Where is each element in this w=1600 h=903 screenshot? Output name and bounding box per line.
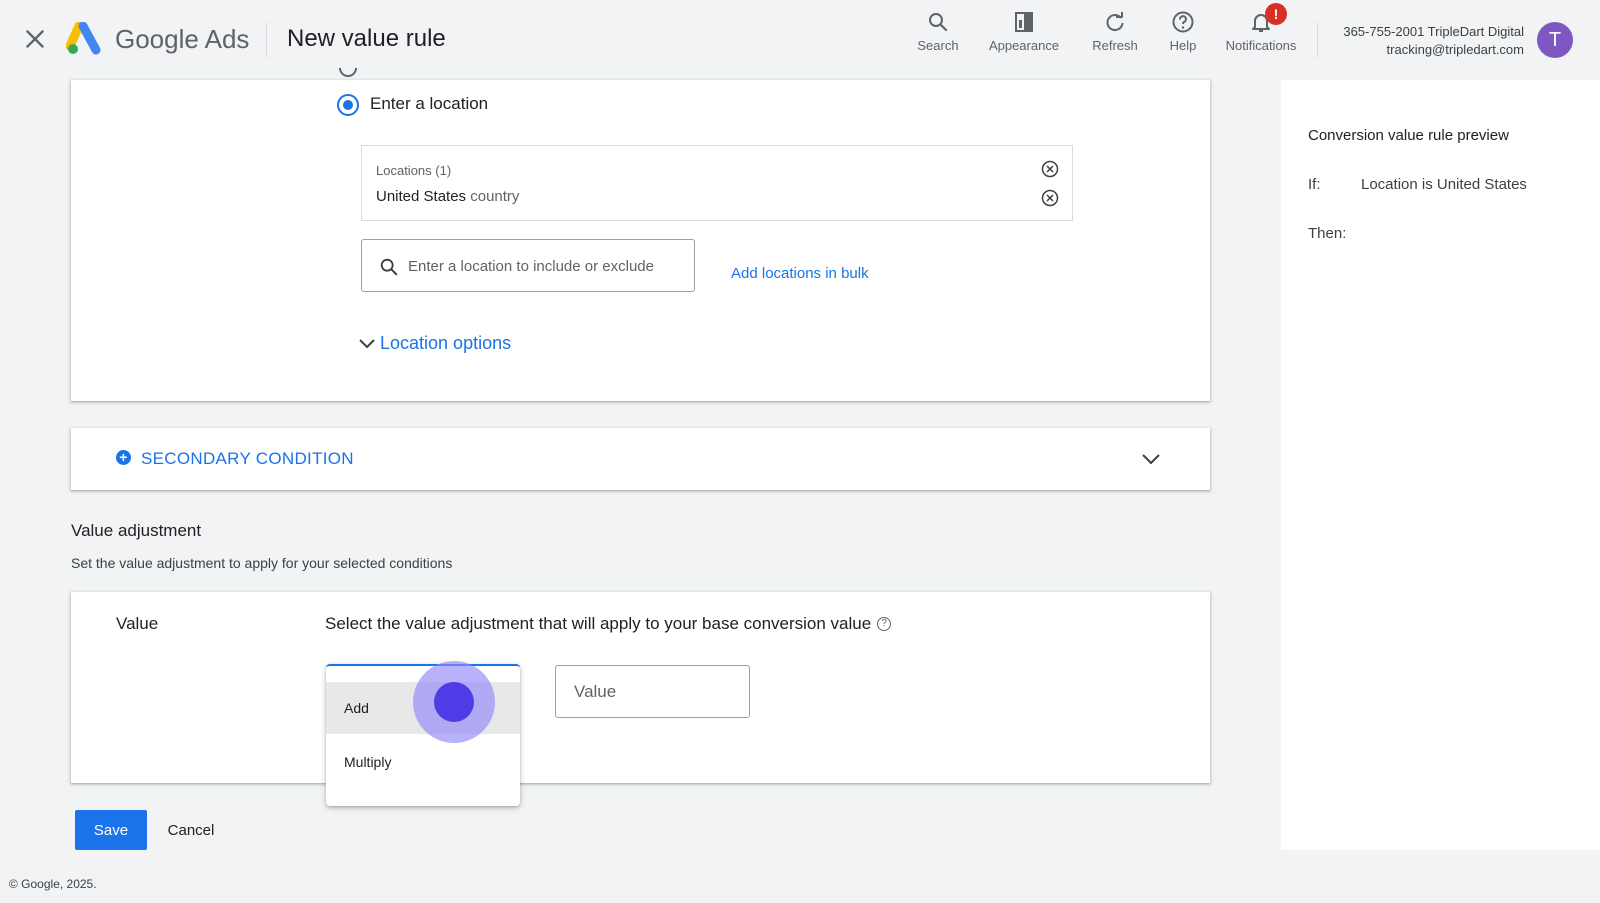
value-input[interactable] [574,680,734,704]
location-options-label: Location options [380,333,512,353]
chevron-down-icon [359,339,375,349]
refresh-label: Refresh [1092,38,1138,53]
add-locations-bulk-link[interactable]: Add locations in bulk [731,265,869,282]
close-icon[interactable] [22,26,48,52]
value-adjustment-subtitle: Set the value adjustment to apply for yo… [71,555,453,571]
search-button[interactable]: Search [913,10,963,53]
preview-then-label: Then: [1308,225,1347,242]
value-description-text: Select the value adjustment that will ap… [325,614,872,633]
account-id: 365-755-2001 TripleDart Digital [1343,24,1524,39]
top-bar: Google Ads New value rule Search Appeara… [0,0,1600,80]
header-divider-right [1317,22,1318,58]
value-row-label: Value [116,614,159,633]
notification-badge: ! [1265,3,1287,25]
value-adjustment-heading: Value adjustment [71,521,202,540]
help-tooltip-icon[interactable]: ? [877,617,892,631]
dropdown-option-multiply[interactable]: Multiply [326,736,520,788]
google-ads-logo-icon [66,22,101,55]
preview-if-value: Location is United States [1361,176,1527,193]
click-indicator-dot [434,682,474,722]
location-type: country [470,188,520,205]
account-info[interactable]: 365-755-2001 TripleDart Digital tracking… [1343,23,1524,59]
selected-locations-box: Locations (1) United States country [361,145,1073,221]
secondary-condition-button[interactable]: + SECONDARY CONDITION [116,449,354,469]
location-search-field[interactable] [361,239,695,292]
preview-title: Conversion value rule preview [1308,127,1509,144]
account-email: tracking@tripledart.com [1386,42,1524,57]
remove-all-icon[interactable] [1041,160,1059,178]
value-description: Select the value adjustment that will ap… [325,614,892,634]
search-icon [929,13,948,32]
enter-location-radio[interactable] [337,94,359,116]
value-field[interactable] [555,665,750,718]
secondary-condition-label: SECONDARY CONDITION [141,449,354,468]
add-circle-icon: + [116,450,131,465]
appearance-label: Appearance [988,38,1060,53]
locations-header: Locations (1) [376,163,452,178]
avatar[interactable]: T [1537,22,1573,58]
enter-location-label: Enter a location [370,94,489,113]
location-search-input[interactable] [408,254,686,278]
rule-preview-panel: Conversion value rule preview If: Locati… [1281,80,1600,850]
appearance-button[interactable]: Appearance [984,10,1064,53]
location-name: United States [376,188,467,205]
help-label: Help [1169,38,1197,53]
expand-chevron-icon[interactable] [1141,451,1161,467]
help-icon [1172,11,1194,33]
refresh-icon [1106,12,1124,32]
save-button[interactable]: Save [75,810,147,850]
location-item: United States country [376,188,519,205]
notifications-button[interactable]: ! Notifications [1218,3,1304,53]
preview-if-label: If: [1308,176,1321,193]
radio-previous-option[interactable] [339,68,357,78]
footer-copyright: © Google, 2025. [9,877,97,891]
brand-name: Google Ads [115,24,250,54]
header-divider [266,22,267,58]
help-button[interactable]: Help [1160,10,1206,53]
cancel-button[interactable]: Cancel [157,810,225,850]
refresh-button[interactable]: Refresh [1083,10,1147,53]
appearance-icon [1015,12,1033,32]
search-label: Search [917,38,959,53]
remove-location-icon[interactable] [1041,189,1059,207]
search-icon [380,258,398,276]
location-options-toggle[interactable]: Location options [358,333,511,354]
page-title: New value rule [287,25,446,52]
notifications-label: Notifications [1225,38,1297,53]
